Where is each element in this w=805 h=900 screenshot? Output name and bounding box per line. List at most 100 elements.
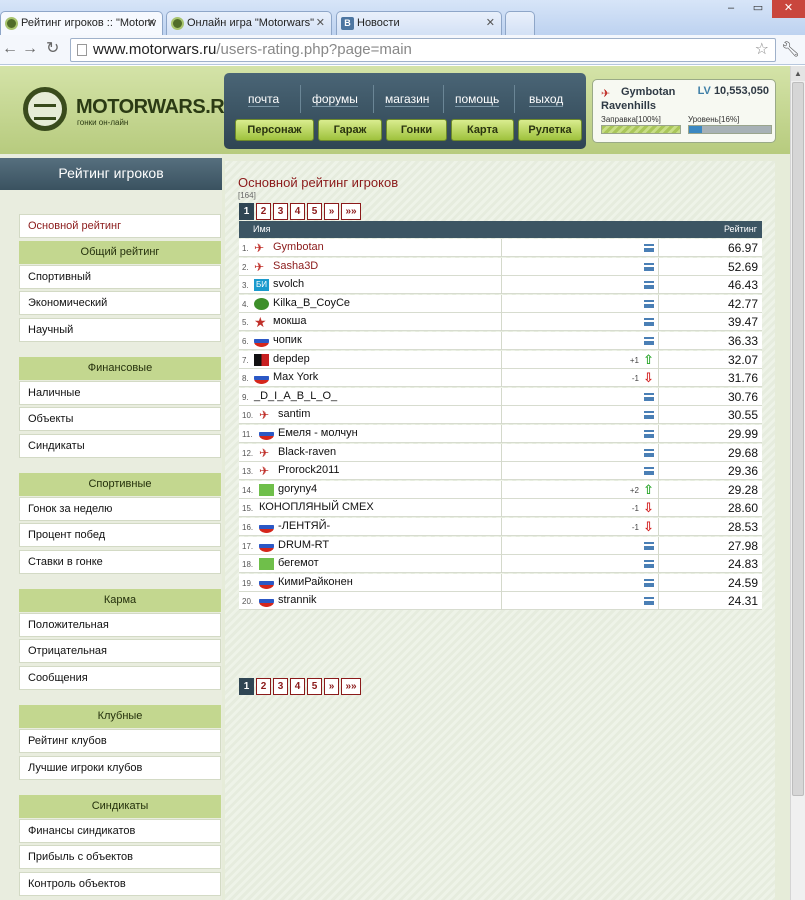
page-link[interactable]: 5 [307,678,322,695]
sidebar-item-science[interactable]: Научный [19,318,221,342]
player-name-link[interactable]: Gymbotan [273,241,324,253]
wrench-menu-icon[interactable]: 🔧︎ [781,40,800,58]
menu-shop[interactable]: магазин [385,92,430,107]
page-link[interactable]: 4 [290,678,305,695]
player-name-link[interactable]: Емеля - молчун [278,427,358,439]
details-icon[interactable] [644,299,654,308]
player-name-link[interactable]: бегемот [278,557,319,569]
motorwars-logo-icon[interactable] [23,87,67,131]
maximize-icon[interactable]: ▭ [745,0,771,18]
page-link[interactable]: 1 [239,203,254,220]
player-name-link[interactable]: Black-raven [278,446,336,458]
page-link[interactable]: 3 [273,203,288,220]
sidebar-item-economic[interactable]: Экономический [19,291,221,315]
details-icon[interactable] [644,430,654,438]
user-name[interactable]: Gymbotan Ravenhills [601,85,675,113]
player-name-link[interactable]: depdep [273,353,310,365]
player-name-link[interactable]: -ЛЕНТЯЙ- [278,520,330,532]
sidebar-item-object-control[interactable]: Контроль объектов [19,872,221,896]
scroll-up-icon[interactable]: ▲ [791,66,805,81]
page-link[interactable]: 5 [307,203,322,220]
roulette-button[interactable]: Рулетка [518,119,582,141]
logo-text[interactable]: MOTORWARS.RU [76,96,239,119]
close-window-icon[interactable]: ✕ [772,0,805,18]
close-tab-icon[interactable]: ✕ [316,16,325,29]
details-icon[interactable] [644,560,654,569]
sidebar-item-objects[interactable]: Объекты [19,407,221,431]
page-link[interactable]: 1 [239,678,254,695]
minimize-icon[interactable]: – [718,0,744,18]
address-bar[interactable]: www.motorwars.ru/users-rating.php?page=m… [70,38,776,62]
menu-help[interactable]: помощь [455,92,500,107]
details-icon[interactable] [644,578,654,587]
player-name-link[interactable]: goryny4 [278,483,317,495]
sidebar-item-best-club-players[interactable]: Лучшие игроки клубов [19,756,221,780]
player-name-link[interactable]: чопик [273,334,302,346]
tab-news[interactable]: В Новости ✕ [336,11,502,35]
close-tab-icon[interactable]: ✕ [486,16,495,29]
back-arrow-icon[interactable]: ← [2,39,18,59]
player-name-link[interactable]: мокша [273,315,306,327]
close-tab-icon[interactable]: ✕ [147,16,156,29]
player-name-link[interactable]: Prorock2011 [278,464,340,476]
sidebar-item-negative[interactable]: Отрицательная [19,639,221,663]
sidebar-item-main-rating[interactable]: Основной рейтинг [19,214,221,238]
tab-rating[interactable]: Рейтинг игроков :: "Motorw ✕ [0,11,163,36]
player-name-link[interactable]: _D_I_A_B_L_O_ [254,390,337,402]
map-button[interactable]: Карта [451,119,514,141]
page-link[interactable]: 2 [256,203,271,220]
player-name-link[interactable]: Kilka_B_CoyCe [273,297,350,309]
sidebar-item-object-profit[interactable]: Прибыль с объектов [19,845,221,869]
details-icon[interactable] [644,262,654,271]
player-name-link[interactable]: КимиРайконен [278,576,353,588]
row-rank: 14. [242,485,254,495]
last-page-link[interactable]: »» [341,678,361,695]
sidebar-item-positive[interactable]: Положительная [19,613,221,637]
details-icon[interactable] [644,244,654,252]
player-name-link[interactable]: svolch [273,278,304,290]
page-link[interactable]: 4 [290,203,305,220]
details-icon[interactable] [644,448,654,457]
sidebar-item-win-rate[interactable]: Процент побед [19,523,221,547]
details-icon[interactable] [644,337,654,345]
page-link[interactable]: 3 [273,678,288,695]
page-link[interactable]: 2 [256,678,271,695]
tab-online-game[interactable]: Онлайн игра "Motorwars" ✕ [166,11,332,35]
details-icon[interactable] [644,318,654,327]
details-icon[interactable] [644,597,654,606]
bookmark-star-icon[interactable]: ☆ [755,39,769,61]
scroll-thumb[interactable] [792,82,804,796]
sidebar-item-cash[interactable]: Наличные [19,381,221,405]
player-name-link[interactable]: КОНОПЛЯНЫЙ СМЕХ [259,501,374,513]
details-icon[interactable] [644,411,654,420]
races-button[interactable]: Гонки [386,119,447,141]
character-button[interactable]: Персонаж [235,119,314,141]
reload-icon[interactable]: ↻ [46,39,59,59]
menu-mail[interactable]: почта [248,92,280,107]
player-name-link[interactable]: Max York [273,371,318,383]
new-tab-button[interactable] [505,11,535,35]
details-icon[interactable] [644,467,654,476]
player-name-link[interactable]: DRUM-RT [278,539,329,551]
next-page-link[interactable]: » [324,203,339,220]
forward-arrow-icon[interactable]: → [22,39,38,59]
details-icon[interactable] [644,281,654,290]
garage-button[interactable]: Гараж [318,119,382,141]
sidebar-item-sport[interactable]: Спортивный [19,265,221,289]
player-name-link[interactable]: Sasha3D [273,260,318,272]
sidebar-item-syndicate-finance[interactable]: Финансы синдикатов [19,819,221,843]
sidebar-item-messages[interactable]: Сообщения [19,666,221,690]
player-name-link[interactable]: strannik [278,594,317,606]
sidebar-item-race-bets[interactable]: Ставки в гонке [19,550,221,574]
menu-forums[interactable]: форумы [312,92,358,107]
sidebar-item-club-rating[interactable]: Рейтинг клубов [19,729,221,753]
details-icon[interactable] [644,541,654,550]
sidebar-item-races-week[interactable]: Гонок за неделю [19,497,221,521]
last-page-link[interactable]: »» [341,203,361,220]
sidebar-item-syndicates[interactable]: Синдикаты [19,434,221,458]
menu-logout[interactable]: выход [529,92,564,107]
details-icon[interactable] [644,392,654,401]
next-page-link[interactable]: » [324,678,339,695]
page-scrollbar[interactable]: ▲ [790,66,805,900]
player-name-link[interactable]: santim [278,408,310,420]
